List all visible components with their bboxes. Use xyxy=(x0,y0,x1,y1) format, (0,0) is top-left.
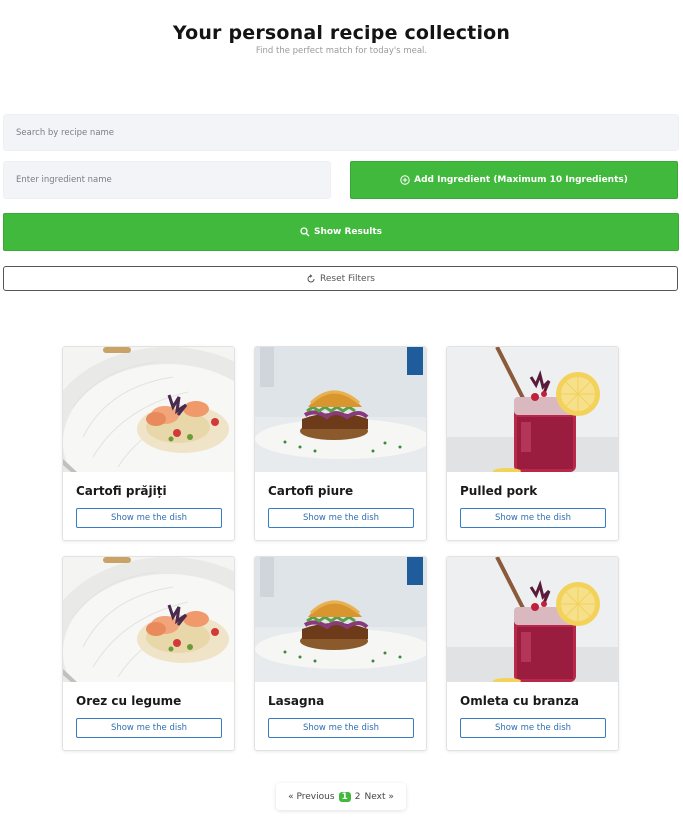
recipe-title: Orez cu legume xyxy=(76,694,182,708)
recipe-card[interactable]: Omleta cu branza Show me the dish xyxy=(446,556,619,751)
page-1-link[interactable]: 1 xyxy=(338,791,351,802)
show-dish-button[interactable]: Show me the dish xyxy=(76,508,222,528)
recipe-card[interactable]: Cartofi prăjiți Show me the dish xyxy=(62,346,235,541)
recipe-card[interactable]: Cartofi piure Show me the dish xyxy=(254,346,427,541)
show-dish-button[interactable]: Show me the dish xyxy=(268,508,414,528)
page-2-link[interactable]: 2 xyxy=(355,792,361,802)
recipe-image[interactable] xyxy=(63,557,234,682)
recipe-card[interactable]: Orez cu legume Show me the dish xyxy=(62,556,235,751)
show-dish-button[interactable]: Show me the dish xyxy=(76,718,222,738)
recipe-image[interactable] xyxy=(255,557,426,682)
recipe-card[interactable]: Lasagna Show me the dish xyxy=(254,556,427,751)
page-header: Your personal recipe collection Find the… xyxy=(0,22,683,56)
reset-filters-button[interactable]: Reset Filters xyxy=(3,266,678,291)
recipe-title: Lasagna xyxy=(268,694,325,708)
show-dish-button[interactable]: Show me the dish xyxy=(460,718,606,738)
recipe-image[interactable] xyxy=(447,557,618,682)
recipe-title: Omleta cu branza xyxy=(460,694,580,708)
search-icon xyxy=(300,227,310,237)
recipe-title: Cartofi prăjiți xyxy=(76,484,167,498)
add-ingredient-label: Add Ingredient (Maximum 10 Ingredients) xyxy=(414,175,628,185)
next-page-link[interactable]: Next » xyxy=(365,792,394,802)
recipe-image[interactable] xyxy=(255,347,426,472)
recipe-title: Cartofi piure xyxy=(268,484,354,498)
recipe-image[interactable] xyxy=(63,347,234,472)
recipe-card[interactable]: Pulled pork Show me the dish xyxy=(446,346,619,541)
show-results-label: Show Results xyxy=(313,227,383,237)
previous-page-link[interactable]: « Previous xyxy=(288,792,334,802)
show-dish-button[interactable]: Show me the dish xyxy=(460,508,606,528)
recipe-image[interactable] xyxy=(447,347,618,472)
show-results-button[interactable]: Show Results xyxy=(3,213,679,251)
page-title: Your personal recipe collection xyxy=(172,22,511,44)
page-subtitle: Find the perfect match for today's meal. xyxy=(255,46,428,56)
recipe-title: Pulled pork xyxy=(460,484,538,498)
show-dish-button[interactable]: Show me the dish xyxy=(268,718,414,738)
ingredient-input[interactable] xyxy=(3,161,331,199)
plus-circle-icon xyxy=(400,175,410,185)
pagination: « Previous 1 2 Next » xyxy=(276,783,406,810)
reset-filters-label: Reset Filters xyxy=(320,273,375,284)
add-ingredient-button[interactable]: Add Ingredient (Maximum 10 Ingredients) xyxy=(350,161,678,199)
recipe-search-input[interactable] xyxy=(3,114,679,151)
reset-icon xyxy=(307,273,315,282)
